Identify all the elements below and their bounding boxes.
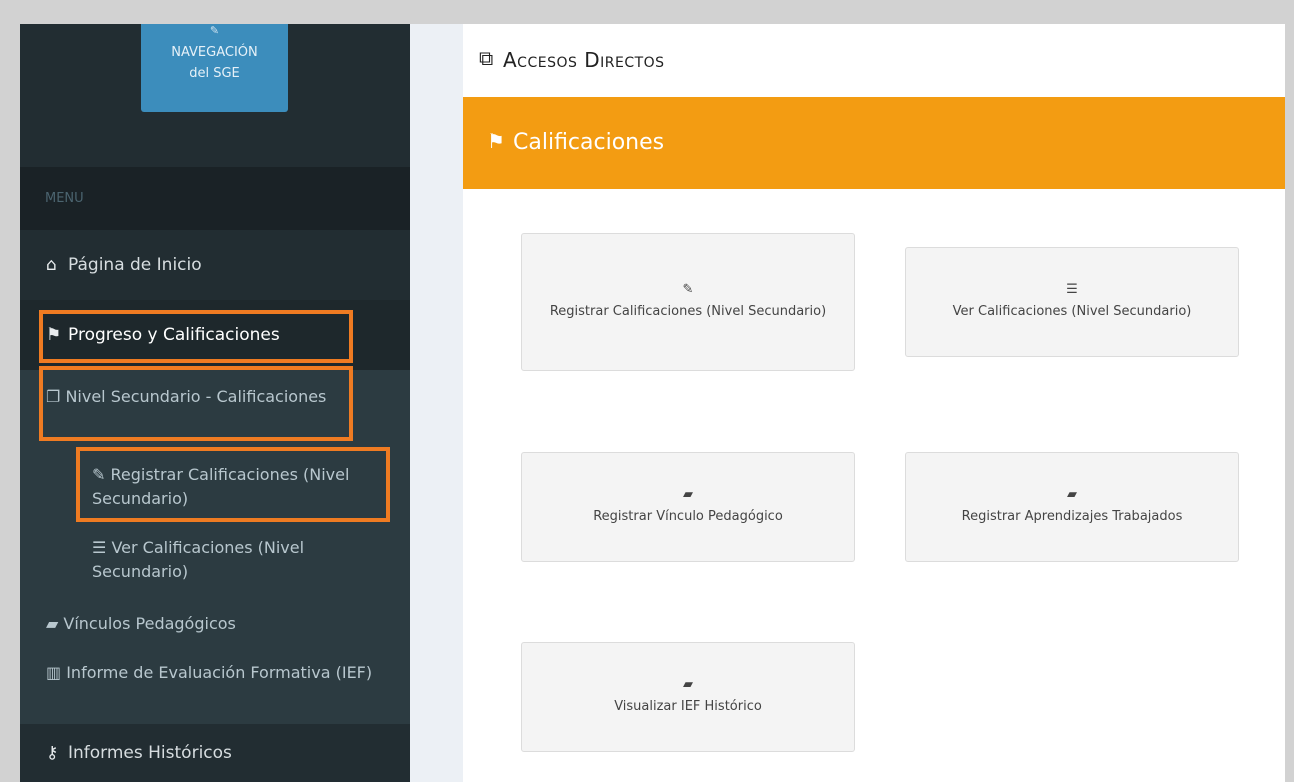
calificaciones-box: ⚑ Calificaciones ✎ Registrar Calificacio…: [463, 97, 1285, 782]
sidebar-item-informes-historicos[interactable]: ⚷ Informes Históricos: [20, 724, 410, 782]
sidebar-item-home[interactable]: ⌂ Página de Inicio: [20, 230, 410, 300]
external-link-icon: ⧉: [479, 46, 494, 70]
tile-label: Registrar Vínculo Pedagógico: [593, 509, 783, 524]
tile-visualizar-ief[interactable]: ▰ Visualizar IEF Histórico: [521, 642, 855, 752]
sidebar-item-ver-calificaciones[interactable]: ☰ Ver Calificaciones (Nivel Secundario): [92, 536, 392, 584]
book-icon: ▰: [683, 677, 693, 692]
app-window: ✎ NAVEGACIÓN del SGE MENU ⌂ Página de Ini…: [20, 24, 1285, 782]
tile-registrar-aprendizajes[interactable]: ▰ Registrar Aprendizajes Trabajados: [905, 452, 1239, 562]
sidebar-item-label: Informes Históricos: [68, 743, 232, 763]
tile-label: Visualizar IEF Histórico: [614, 699, 762, 714]
tile-label: Registrar Calificaciones (Nivel Secundar…: [549, 304, 827, 319]
nav-sge-label-line1: NAVEGACIÓN: [171, 45, 258, 60]
edit-icon: ✎: [682, 282, 694, 297]
highlight-box-progress: [39, 310, 353, 363]
tile-registrar-vinculo[interactable]: ▰ Registrar Vínculo Pedagógico: [521, 452, 855, 562]
highlight-box-registrar: [76, 447, 390, 522]
home-icon: ⌂: [46, 255, 57, 275]
screenshot-frame: ✎ NAVEGACIÓN del SGE MENU ⌂ Página de Ini…: [8, 8, 1291, 782]
highlight-box-nivel: [39, 366, 353, 441]
list-ol-icon: ☰: [1066, 282, 1078, 297]
sidebar-item-label: Página de Inicio: [68, 255, 202, 275]
main-content: ⧉ Accesos Directos ⚑ Calificaciones ✎ Re…: [410, 24, 1285, 782]
edit-icon: ✎: [209, 24, 220, 37]
tile-registrar-calificaciones[interactable]: ✎ Registrar Calificaciones (Nivel Secund…: [521, 233, 855, 371]
sidebar: ✎ NAVEGACIÓN del SGE MENU ⌂ Página de Ini…: [20, 24, 410, 782]
content-header: ⧉ Accesos Directos: [463, 24, 1285, 97]
nav-sge-button[interactable]: ✎ NAVEGACIÓN del SGE: [141, 24, 288, 112]
book-icon: ▰: [683, 487, 693, 502]
flag-checkered-icon: ⚑: [487, 129, 505, 153]
sidebar-item-label: Ver Calificaciones (Nivel Secundario): [92, 538, 305, 581]
box-header: ⚑ Calificaciones: [463, 97, 1285, 189]
book-icon: ▰: [1067, 487, 1077, 502]
sidebar-item-informe-ief[interactable]: ▥ Informe de Evaluación Formativa (IEF): [46, 661, 376, 685]
list-ol-icon: ☰: [92, 538, 112, 557]
tile-label: Registrar Aprendizajes Trabajados: [961, 509, 1183, 524]
menu-header: MENU: [20, 167, 410, 230]
sidebar-item-label: Informe de Evaluación Formativa (IEF): [66, 663, 373, 682]
tile-label: Ver Calificaciones (Nivel Secundario): [952, 304, 1192, 319]
map-icon: ▥: [46, 663, 67, 682]
sidebar-item-label: Vínculos Pedagógicos: [63, 614, 236, 633]
page-title: Accesos Directos: [503, 48, 665, 72]
book-icon: ▰: [46, 614, 64, 633]
sidebar-item-vinculos-pedagogicos[interactable]: ▰ Vínculos Pedagógicos: [46, 612, 376, 636]
tile-ver-calificaciones[interactable]: ☰ Ver Calificaciones (Nivel Secundario): [905, 247, 1239, 357]
key-icon: ⚷: [46, 743, 59, 763]
nav-sge-label-line2: del SGE: [189, 66, 240, 81]
box-title: Calificaciones: [513, 130, 665, 155]
